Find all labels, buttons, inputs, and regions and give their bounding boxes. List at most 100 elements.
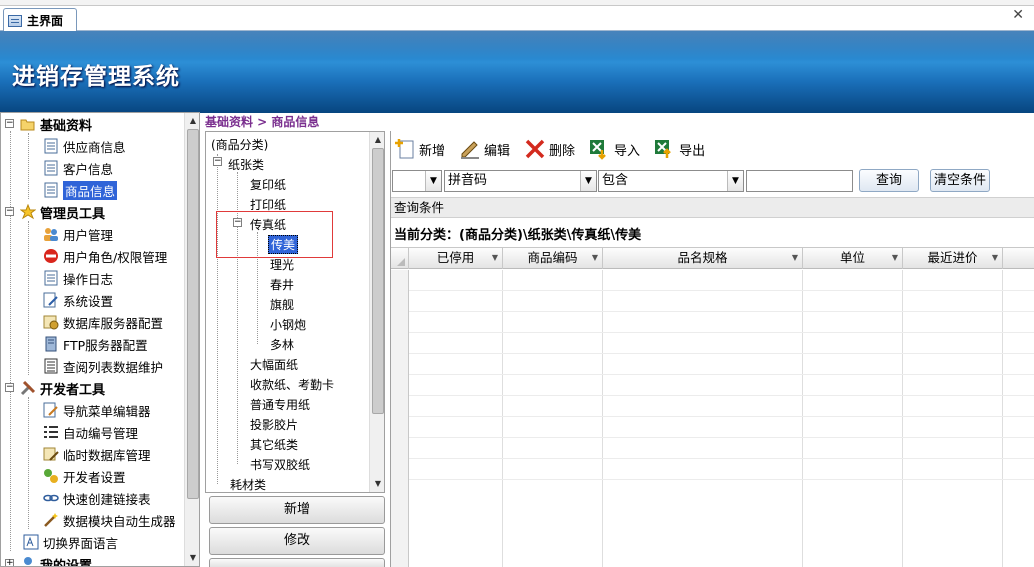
product-panel: 新增 编辑 删除 导入 导出 ▼ 拼音码 ▼ 包含 ▼ 查询 清空条件 查询条件…: [390, 131, 1034, 567]
category-item[interactable]: 多林: [270, 336, 294, 353]
category-item[interactable]: 旗舰: [270, 296, 294, 313]
import-button[interactable]: 导入: [589, 138, 640, 160]
nav-item-create-link[interactable]: 快速创建链接表: [43, 487, 151, 509]
nav-group-my-settings[interactable]: + 我的设置: [5, 553, 92, 566]
scroll-down-arrow[interactable]: ▼: [370, 476, 384, 492]
nav-item-log[interactable]: 操作日志: [43, 267, 113, 289]
grid-column: [903, 270, 1003, 567]
column-label: 商品编码: [527, 250, 578, 265]
search-field-combo-1[interactable]: ▼: [392, 170, 442, 192]
nav-item-label: 系统设置: [63, 293, 114, 309]
edit-icon: [459, 138, 481, 160]
expand-toggle[interactable]: +: [5, 559, 14, 566]
chevron-down-icon[interactable]: ▼: [792, 248, 798, 268]
category-paper[interactable]: 纸张类: [228, 156, 264, 173]
scroll-up-arrow[interactable]: ▲: [185, 113, 199, 129]
category-item[interactable]: 小钢炮: [270, 316, 306, 333]
nav-group-basic[interactable]: − 基础资料: [5, 113, 92, 135]
chevron-down-icon[interactable]: ▼: [992, 248, 998, 268]
nav-item-roles[interactable]: 用户角色/权限管理: [43, 245, 167, 267]
column-header-unit[interactable]: 单位 ▼: [803, 248, 903, 269]
category-item[interactable]: 理光: [270, 256, 294, 273]
clear-conditions-button[interactable]: 清空条件: [930, 169, 990, 192]
scroll-thumb[interactable]: [187, 129, 199, 499]
nav-scrollbar[interactable]: ▲ ▼: [184, 113, 199, 566]
nav-item-language[interactable]: 切换界面语言: [23, 531, 118, 553]
category-item[interactable]: 投影胶片: [250, 416, 298, 433]
category-item[interactable]: 复印纸: [250, 176, 286, 193]
grid-row-line: [409, 332, 1034, 333]
collapse-toggle[interactable]: −: [5, 383, 14, 392]
category-scrollbar[interactable]: ▲ ▼: [369, 132, 384, 492]
category-item[interactable]: 收款纸、考勤卡: [250, 376, 334, 393]
column-header-code[interactable]: 商品编码 ▼: [503, 248, 603, 269]
export-button[interactable]: 导出: [654, 138, 705, 160]
grid-row-line: [409, 290, 1034, 291]
nav-group-developer[interactable]: − 开发者工具: [5, 377, 105, 399]
nav-item-db-config[interactable]: 数据库服务器配置: [43, 311, 163, 333]
collapse-toggle[interactable]: −: [233, 218, 242, 227]
combo-value: 包含: [602, 173, 629, 188]
close-icon[interactable]: ✕: [1012, 7, 1024, 23]
delete-button[interactable]: 删除: [524, 138, 575, 160]
nav-item-auto-number[interactable]: 自动编号管理: [43, 421, 138, 443]
chevron-down-icon[interactable]: ▼: [580, 171, 596, 191]
nav-item-module-gen[interactable]: 数据模块自动生成器: [43, 509, 176, 531]
scroll-down-arrow[interactable]: ▼: [185, 550, 199, 566]
collapse-toggle[interactable]: −: [5, 207, 14, 216]
column-header-spec[interactable]: 品名规格 ▼: [603, 248, 803, 269]
nav-item-users[interactable]: 用户管理: [43, 223, 113, 245]
nav-item-customer[interactable]: 客户信息: [43, 157, 113, 179]
grid-row-line: [409, 458, 1034, 459]
column-header-last-price[interactable]: 最近进价 ▼: [903, 248, 1003, 269]
search-operator-combo[interactable]: 包含 ▼: [598, 170, 744, 192]
chevron-down-icon[interactable]: ▼: [425, 171, 441, 191]
nav-item-dev-settings[interactable]: 开发者设置: [43, 465, 126, 487]
nav-item-ftp-config[interactable]: FTP服务器配置: [43, 333, 148, 355]
category-consumables[interactable]: 耗材类: [230, 476, 266, 492]
import-label: 导入: [614, 143, 641, 159]
category-add-button[interactable]: 新增: [209, 496, 385, 524]
chevron-down-icon[interactable]: ▼: [492, 248, 498, 268]
tab-main[interactable]: 主界面: [3, 8, 77, 32]
collapse-toggle[interactable]: −: [213, 157, 222, 166]
chevron-down-icon[interactable]: ▼: [592, 248, 598, 268]
category-item[interactable]: 大幅面纸: [250, 356, 298, 373]
collapse-toggle[interactable]: −: [5, 119, 14, 128]
nav-item-lookup-maint[interactable]: 查阅列表数据维护: [43, 355, 163, 377]
chevron-down-icon[interactable]: ▼: [892, 248, 898, 268]
excel-import-icon: [589, 138, 611, 160]
grid-select-all[interactable]: [391, 248, 409, 269]
nav-group-admin[interactable]: − 管理员工具: [5, 201, 105, 223]
nav-item-menu-editor[interactable]: 导航菜单编辑器: [43, 399, 151, 421]
nav-item-product[interactable]: 商品信息: [43, 179, 118, 201]
category-item[interactable]: 其它纸类: [250, 436, 298, 453]
category-edit-button[interactable]: 修改: [209, 527, 385, 555]
column-header-disabled[interactable]: 已停用 ▼: [409, 248, 503, 269]
search-value-input[interactable]: [746, 170, 853, 192]
tools-icon: [20, 380, 36, 396]
grid-row-line: [409, 353, 1034, 354]
nav-item-supplier[interactable]: 供应商信息: [43, 135, 126, 157]
category-item-selected[interactable]: 传美: [268, 235, 299, 254]
nav-item-settings[interactable]: 系统设置: [43, 289, 113, 311]
scroll-thumb[interactable]: [372, 148, 384, 414]
row-selector-column[interactable]: [391, 270, 409, 567]
query-button[interactable]: 查询: [859, 169, 919, 192]
category-fax-paper[interactable]: 传真纸: [250, 216, 286, 233]
category-item[interactable]: 春井: [270, 276, 294, 293]
scroll-up-arrow[interactable]: ▲: [370, 132, 384, 148]
database-config-icon: [43, 314, 59, 330]
edit-button[interactable]: 编辑: [459, 138, 510, 160]
nav-item-temp-db[interactable]: 临时数据库管理: [43, 443, 151, 465]
document-icon: [43, 138, 59, 154]
category-item[interactable]: 普通专用纸: [250, 396, 310, 413]
category-item[interactable]: 书写双胶纸: [250, 456, 310, 473]
grid-body[interactable]: [391, 270, 1034, 567]
search-field-combo[interactable]: 拼音码 ▼: [444, 170, 597, 192]
category-next-button[interactable]: [209, 558, 385, 567]
chevron-down-icon[interactable]: ▼: [727, 171, 743, 191]
category-root[interactable]: (商品分类): [211, 136, 268, 153]
grid-column: [409, 270, 503, 567]
add-button[interactable]: 新增: [394, 138, 445, 160]
